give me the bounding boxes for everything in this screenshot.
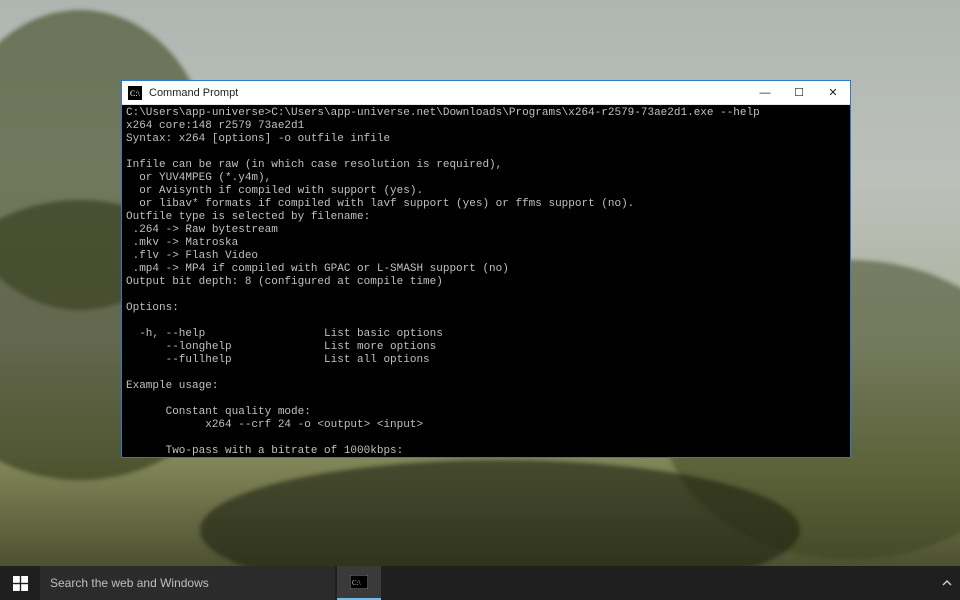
svg-text:C:\: C:\ — [352, 579, 361, 587]
console-output[interactable]: C:\Users\app-universe>C:\Users\app-unive… — [122, 105, 850, 457]
taskbar-item-cmd[interactable]: C:\ — [337, 566, 381, 600]
start-button[interactable] — [0, 566, 40, 600]
app-icon: C:\ — [126, 84, 144, 102]
search-box[interactable]: Search the web and Windows — [40, 566, 335, 600]
svg-text:C:\: C:\ — [130, 89, 141, 98]
window-title: Command Prompt — [149, 87, 748, 99]
command-prompt-window: C:\ Command Prompt — ☐ ✕ C:\Users\app-un… — [121, 80, 851, 458]
chevron-up-icon — [942, 578, 952, 588]
window-controls: — ☐ ✕ — [748, 81, 850, 104]
tray-up-button[interactable] — [934, 566, 960, 600]
cmd-taskbar-icon: C:\ — [350, 575, 368, 589]
close-button[interactable]: ✕ — [816, 81, 850, 104]
windows-icon — [13, 576, 28, 591]
taskbar: Search the web and Windows C:\ — [0, 566, 960, 600]
search-placeholder: Search the web and Windows — [50, 576, 209, 590]
maximize-button[interactable]: ☐ — [782, 81, 816, 104]
titlebar[interactable]: C:\ Command Prompt — ☐ ✕ — [122, 81, 850, 105]
minimize-button[interactable]: — — [748, 81, 782, 104]
